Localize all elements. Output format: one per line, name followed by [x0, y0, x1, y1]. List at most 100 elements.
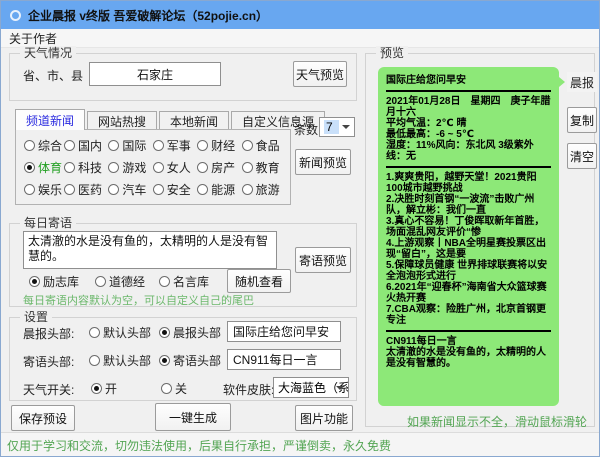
channel-radio[interactable]: 房产: [197, 159, 241, 176]
weather-off-radio[interactable]: 关: [161, 380, 187, 397]
channel-radio[interactable]: 国际: [108, 137, 152, 154]
radio-label: 寄语头部: [173, 352, 221, 369]
save-preset-button[interactable]: 保存预设: [11, 405, 75, 431]
channel-label: 食品: [256, 137, 280, 154]
channel-radio[interactable]: 女人: [153, 159, 197, 176]
channel-label: 娱乐: [38, 181, 62, 198]
skin-value: 大海蓝色（系统: [278, 379, 349, 396]
preview-news-item: 5.保障球员健康 世界排球联赛将以安全泡泡形式进行: [386, 260, 551, 282]
channel-label: 军事: [167, 137, 191, 154]
radio-label: 晨报头部: [173, 324, 221, 341]
report-header-label: 晨报头部:: [23, 325, 74, 342]
city-input[interactable]: 石家庄: [89, 62, 221, 86]
channel-radio[interactable]: 旅游: [242, 181, 286, 198]
quote-source-mingyan[interactable]: 名言库: [159, 273, 209, 290]
quote-header-label: 寄语头部:: [23, 353, 74, 370]
channel-radio[interactable]: 军事: [153, 137, 197, 154]
menu-about-author[interactable]: 关于作者: [1, 30, 65, 47]
preview-news-item: 1.爽爽贵阳，越野天堂！2021贵阳100城市越野挑战: [386, 172, 551, 194]
preview-side-tab-morning-report[interactable]: 晨报: [567, 72, 597, 92]
channel-radio-selected[interactable]: 体育: [24, 159, 64, 176]
quote-header-custom-radio[interactable]: 寄语头部: [159, 352, 221, 369]
one-key-generate-button[interactable]: 一键生成: [155, 403, 231, 431]
tab-channel-news[interactable]: 频道新闻: [15, 109, 85, 130]
app-window: 企业晨报 v终版 吾爱破解论坛（52pojie.cn） 关于作者 天气情况 省、…: [0, 0, 600, 457]
tab-local-news[interactable]: 本地新闻: [159, 111, 229, 130]
channel-radio[interactable]: 能源: [197, 181, 241, 198]
radio-icon: [197, 184, 208, 195]
channel-label: 旅游: [256, 181, 280, 198]
channel-label: 科技: [78, 159, 102, 176]
statusbar-text: 仅用于学习和交流，切勿违法使用，后果自行承担，严谨倒卖，永久免费: [1, 437, 391, 454]
radio-icon: [159, 276, 170, 287]
channel-radio[interactable]: 医药: [64, 181, 108, 198]
channel-label: 国内: [78, 137, 102, 154]
report-header-input[interactable]: 国际庄给您问早安: [227, 321, 341, 342]
channel-label: 女人: [167, 159, 191, 176]
radio-label: 关: [175, 380, 187, 397]
preview-quote-text: 太清澈的水是没有鱼的，太精明的人是没有智慧的。: [386, 347, 551, 369]
preview-group-label: 预览: [376, 46, 408, 60]
radio-icon: [95, 276, 106, 287]
preview-quote-title: CN911每日一言: [386, 336, 551, 347]
tab-site-hot-search[interactable]: 网站热搜: [87, 111, 157, 130]
image-functions-button[interactable]: 图片功能: [295, 405, 353, 431]
quote-textarea[interactable]: 太清澈的水是没有鱼的，太精明的人是没有智慧的。: [23, 231, 277, 269]
preview-weather-line: 湿度：11%风向：东北风 3级紫外线：无: [386, 140, 551, 162]
radio-label: 默认头部: [103, 324, 151, 341]
report-header-default-radio[interactable]: 默认头部: [89, 324, 151, 341]
weather-on-radio[interactable]: 开: [91, 380, 117, 397]
radio-icon: [24, 184, 35, 195]
channel-radio[interactable]: 安全: [153, 181, 197, 198]
news-tabbar: 频道新闻 网站热搜 本地新闻 自定义信息源: [15, 109, 327, 130]
skin-label: 软件皮肤:: [223, 381, 274, 398]
preview-weather-line: 平均气温：2℃ 晴: [386, 118, 551, 129]
radio-icon: [153, 184, 164, 195]
radio-icon: [242, 162, 253, 173]
quote-header-default-radio[interactable]: 默认头部: [89, 352, 151, 369]
weather-preview-button[interactable]: 天气预览: [293, 61, 347, 87]
random-view-button[interactable]: 随机查看: [227, 269, 291, 293]
quote-source-lizhi[interactable]: 励志库: [29, 273, 79, 290]
news-preview-button[interactable]: 新闻预览: [295, 149, 351, 175]
channel-radio[interactable]: 汽车: [108, 181, 152, 198]
radio-icon: [108, 184, 119, 195]
channel-label: 游戏: [122, 159, 146, 176]
clear-button[interactable]: 清空: [567, 143, 597, 169]
quote-header-input[interactable]: CN911每日一言: [227, 349, 341, 370]
report-header-custom-radio[interactable]: 晨报头部: [159, 324, 221, 341]
quote-source-label: 励志库: [43, 273, 79, 290]
channel-radio[interactable]: 财经: [197, 137, 241, 154]
channel-radio[interactable]: 综合: [24, 137, 64, 154]
quote-hint: 每日寄语内容默认为空，可以自定义自己的尾巴: [23, 292, 254, 308]
preview-weather-line: 最低最高：-6 ~ 5℃: [386, 129, 551, 140]
channel-radio[interactable]: 科技: [64, 159, 108, 176]
channel-label: 国际: [122, 137, 146, 154]
preview-news-item: 7.CBA观察：险胜广州，北京首钢更专注: [386, 304, 551, 326]
channel-label: 综合: [38, 137, 62, 154]
channel-radio[interactable]: 娱乐: [24, 181, 64, 198]
radio-icon: [91, 383, 102, 394]
channel-label: 汽车: [122, 181, 146, 198]
news-count-value: 7: [324, 120, 339, 134]
preview-text-panel[interactable]: 国际庄给您问早安 2021年01月28日 星期四 庚子年腊月十六 平均气温：2℃…: [378, 67, 559, 406]
channel-radio[interactable]: 国内: [64, 137, 108, 154]
copy-button[interactable]: 复制: [567, 107, 597, 133]
quote-source-daodejing[interactable]: 道德经: [95, 273, 145, 290]
weather-switch-label: 天气开关:: [23, 381, 74, 398]
channel-radio[interactable]: 教育: [242, 159, 286, 176]
channel-label: 能源: [211, 181, 235, 198]
quote-source-label: 道德经: [109, 273, 145, 290]
radio-icon: [197, 140, 208, 151]
skin-select[interactable]: 大海蓝色（系统: [273, 377, 349, 398]
channel-radio[interactable]: 食品: [242, 137, 286, 154]
radio-icon: [29, 276, 40, 287]
preview-news-item: 2.决胜时刻首钢“一波流”击败广州队，解立彬：我们一直: [386, 194, 551, 216]
quote-preview-button[interactable]: 寄语预览: [295, 247, 351, 273]
app-icon: [10, 10, 21, 21]
radio-icon: [24, 140, 35, 151]
radio-icon: [89, 327, 100, 338]
news-count-select[interactable]: 7: [319, 117, 355, 137]
channel-radio[interactable]: 游戏: [108, 159, 152, 176]
quote-source-label: 名言库: [173, 273, 209, 290]
